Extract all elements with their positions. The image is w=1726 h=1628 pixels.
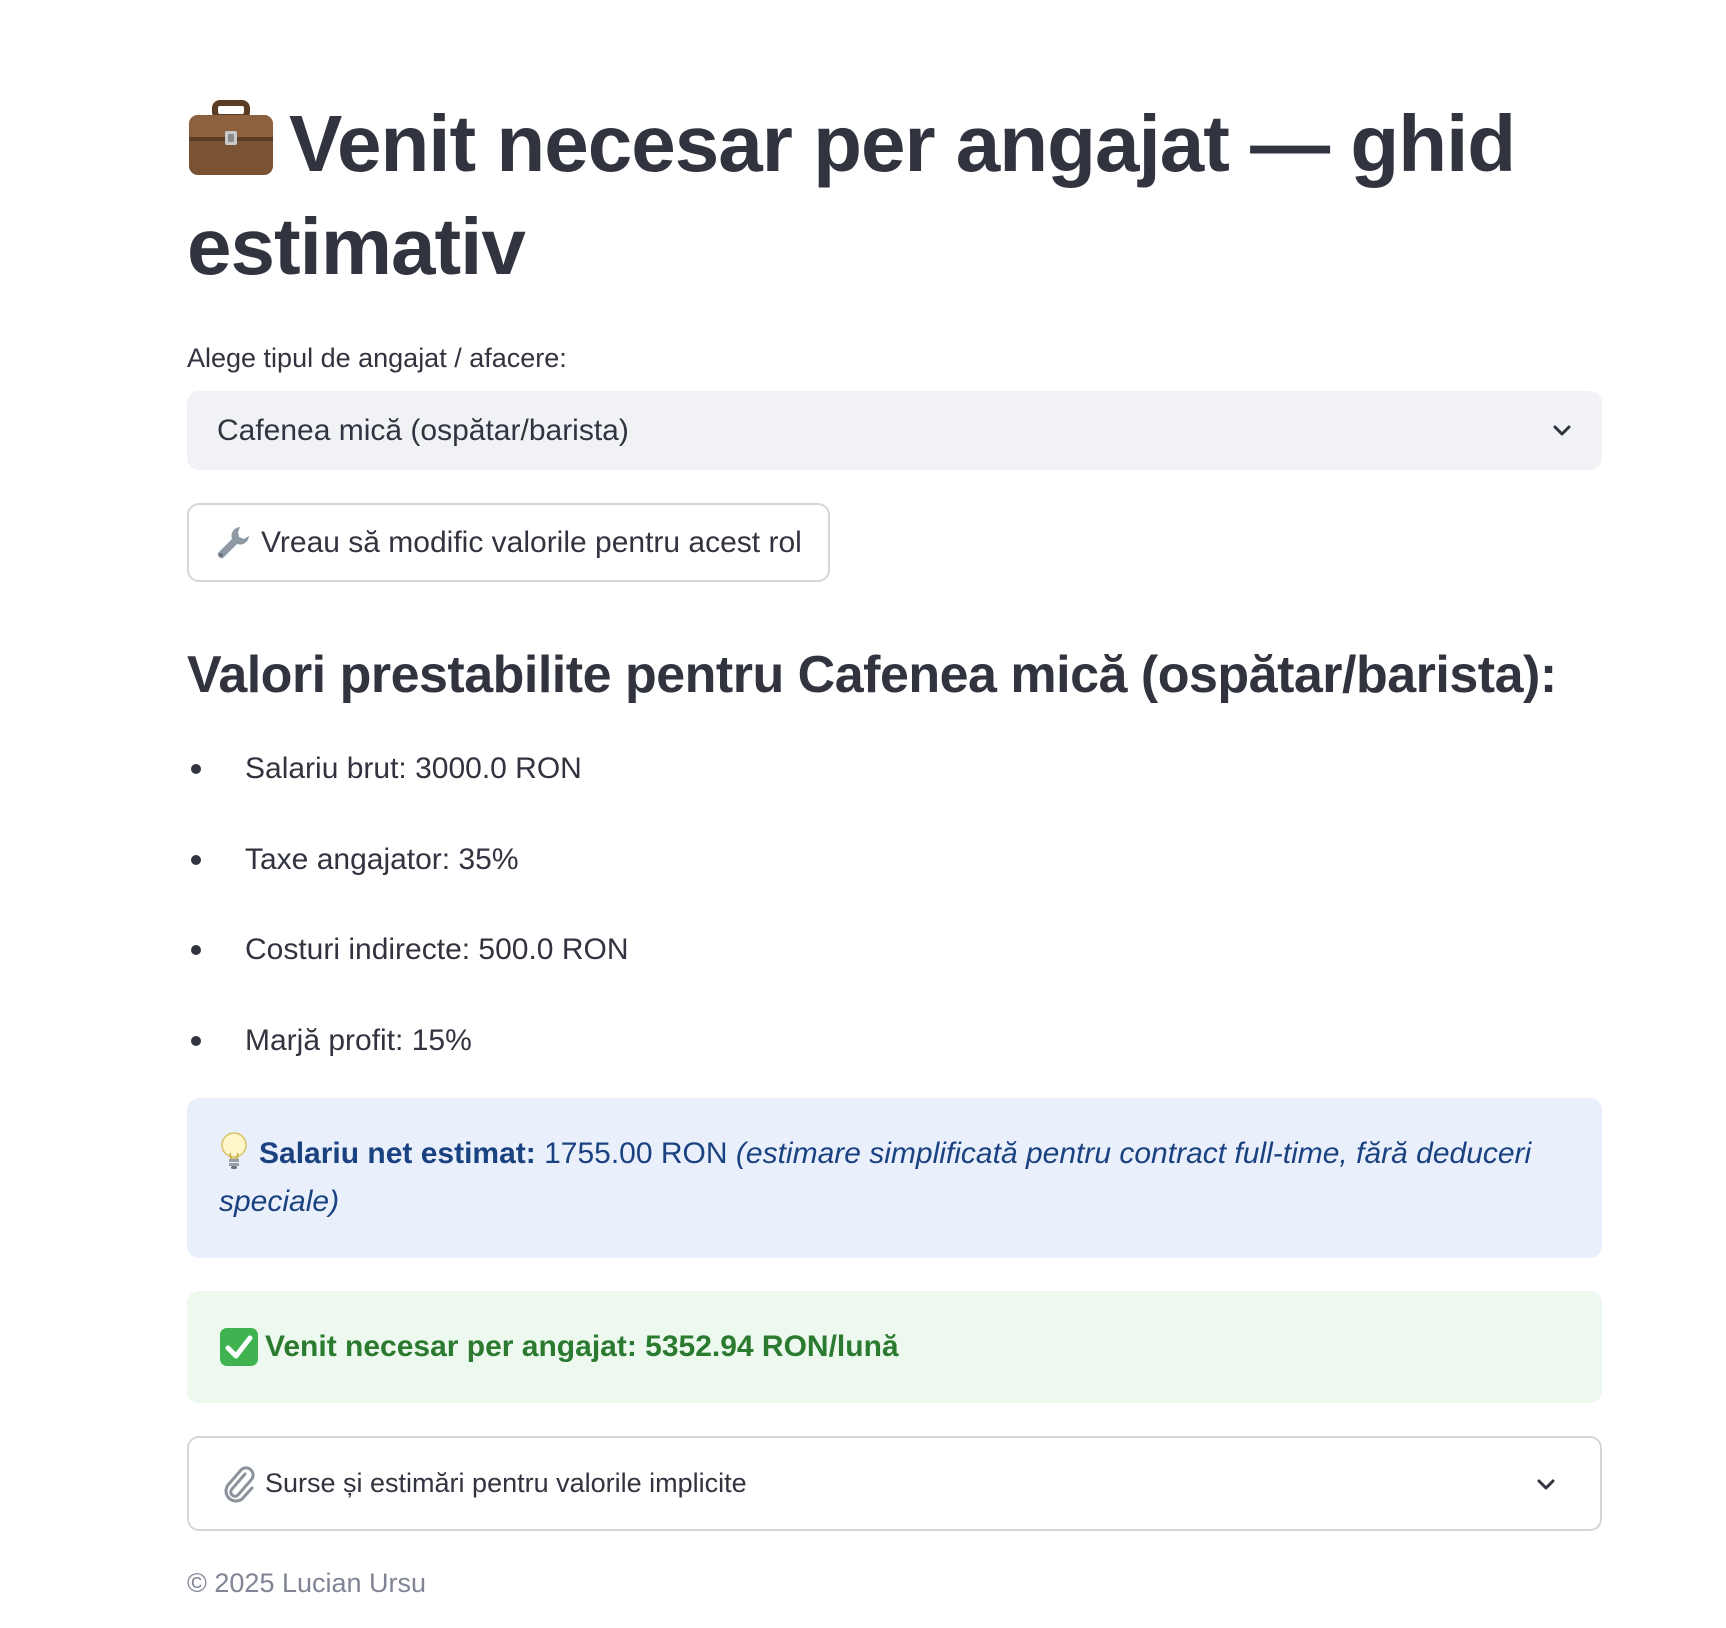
- modify-values-label: Vreau să modific valorile pentru acest r…: [261, 525, 802, 559]
- check-mark-icon: [220, 1328, 258, 1366]
- chevron-down-icon: [1553, 425, 1571, 436]
- bullet-icon: [191, 764, 201, 774]
- defaults-heading: Valori prestabilite pentru Cafenea mică …: [187, 646, 1557, 704]
- page-title: Venit necesar per angajat — ghid estimat…: [187, 92, 1602, 298]
- page-title-text: Venit necesar per angajat — ghid estimat…: [187, 99, 1516, 291]
- bullet-icon: [191, 1035, 201, 1046]
- employee-type-select[interactable]: Cafenea mică (ospătar/barista): [187, 391, 1602, 470]
- footer-copyright: © 2025 Lucian Ursu: [187, 1568, 427, 1598]
- paperclip-icon: [224, 1465, 255, 1502]
- modify-values-button[interactable]: Vreau să modific valorile pentru acest r…: [187, 503, 830, 582]
- bullet-icon: [191, 854, 201, 865]
- list-item-text: Costuri indirecte: 500.0 RON: [245, 933, 629, 966]
- selector-label: Alege tipul de angajat / afacere:: [187, 343, 567, 373]
- list-item-text: Salariu brut: 3000.0 RON: [245, 752, 582, 785]
- list-item-text: Marjă profit: 15%: [245, 1023, 472, 1057]
- sources-expander[interactable]: Surse și estimări pentru valorile implic…: [187, 1436, 1602, 1531]
- select-value: Cafenea mică (ospătar/barista): [217, 413, 629, 447]
- briefcase-icon: [189, 100, 273, 175]
- result-text: Venit necesar per angajat: 5352.94 RON/l…: [265, 1330, 899, 1363]
- net-salary-label: Salariu net estimat:: [259, 1137, 536, 1170]
- sources-expander-label: Surse și estimări pentru valorile implic…: [265, 1468, 747, 1498]
- defaults-list: Salariu brut: 3000.0 RON Taxe angajator:…: [187, 745, 629, 1107]
- net-salary-info-box: Salariu net estimat: 1755.00 RON (estima…: [187, 1098, 1602, 1258]
- lightbulb-icon: [221, 1132, 247, 1169]
- chevron-down-icon: [1537, 1479, 1555, 1490]
- net-salary-value: 1755.00 RON: [544, 1137, 728, 1170]
- result-success-box: Venit necesar per angajat: 5352.94 RON/l…: [187, 1291, 1602, 1403]
- wrench-icon: [217, 526, 249, 558]
- list-item-text: Taxe angajator: 35%: [245, 842, 519, 876]
- list-item: Salariu brut: 3000.0 RON: [187, 745, 629, 836]
- list-item: Costuri indirecte: 500.0 RON: [187, 926, 629, 1017]
- bullet-icon: [191, 945, 201, 955]
- list-item: Marjă profit: 15%: [187, 1017, 629, 1108]
- list-item: Taxe angajator: 35%: [187, 836, 629, 927]
